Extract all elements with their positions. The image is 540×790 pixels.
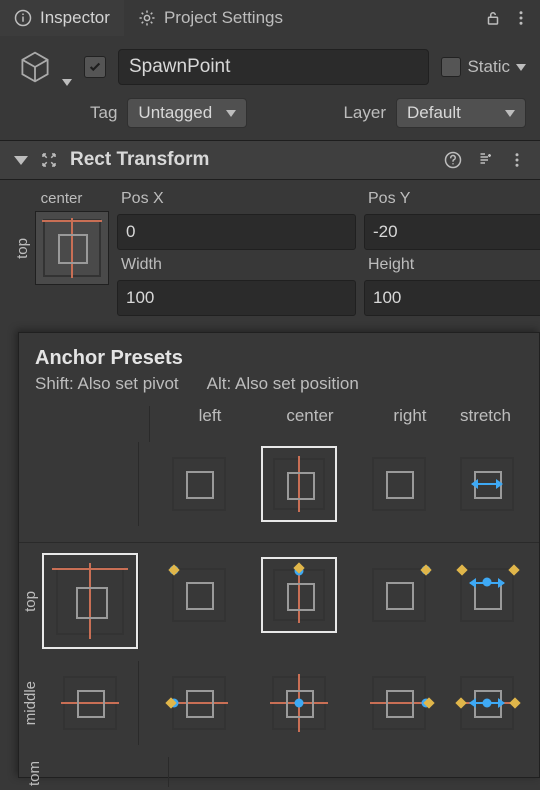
gameobject-icon[interactable] — [14, 46, 56, 88]
height-label: Height — [364, 256, 540, 274]
preset-middle-stretch[interactable] — [449, 665, 525, 741]
hint-shift: Shift: Also set pivot — [35, 374, 179, 394]
lock-open-icon[interactable] — [484, 9, 502, 27]
preset-none-left[interactable] — [161, 446, 237, 522]
layer-label: Layer — [343, 103, 386, 123]
tag-label: Tag — [90, 103, 117, 123]
help-icon[interactable] — [444, 151, 462, 169]
tag-dropdown[interactable]: Untagged — [127, 98, 247, 128]
anchor-presets-title: Anchor Presets — [19, 347, 539, 374]
gameobject-icon-dropdown[interactable] — [62, 79, 72, 86]
preset-none-stretch[interactable] — [449, 446, 525, 522]
enabled-checkbox[interactable] — [84, 56, 106, 78]
anchor-v-label: top — [14, 236, 31, 261]
layer-dropdown[interactable]: Default — [396, 98, 526, 128]
tab-inspector[interactable]: Inspector — [0, 0, 124, 36]
pos-x-label: Pos X — [117, 190, 356, 208]
static-label: Static — [467, 57, 510, 77]
preset-middle-blank[interactable] — [52, 665, 128, 741]
col-stretch: stretch — [460, 406, 529, 436]
col-center: center — [260, 406, 360, 436]
tab-inspector-label: Inspector — [40, 8, 110, 28]
preset-top-left[interactable] — [161, 557, 237, 633]
row-bottom: tom — [26, 757, 43, 790]
component-title: Rect Transform — [70, 149, 432, 171]
chevron-down-icon — [226, 110, 236, 117]
info-icon — [14, 9, 32, 27]
preset-icon[interactable] — [476, 151, 494, 169]
hint-alt: Alt: Also set position — [207, 374, 359, 394]
preset-none-center[interactable] — [261, 446, 337, 522]
layer-value: Default — [407, 103, 461, 123]
preset-middle-right[interactable] — [361, 665, 437, 741]
checkmark-icon — [88, 60, 102, 74]
gameobject-name-input[interactable] — [118, 49, 429, 85]
preset-top-center[interactable] — [261, 557, 337, 633]
tab-project-settings[interactable]: Project Settings — [124, 0, 297, 36]
pos-y-label: Pos Y — [364, 190, 540, 208]
tag-value: Untagged — [138, 103, 212, 123]
anchor-preset-button[interactable] — [35, 211, 109, 285]
preset-current[interactable] — [42, 553, 138, 649]
row-top: top — [22, 587, 39, 616]
preset-none-right[interactable] — [361, 446, 437, 522]
width-input[interactable] — [117, 280, 356, 316]
col-right: right — [360, 406, 460, 436]
component-foldout[interactable] — [14, 156, 28, 165]
anchor-h-label: center — [41, 190, 83, 207]
preset-top-right[interactable] — [361, 557, 437, 633]
col-left: left — [160, 406, 260, 436]
row-middle: middle — [22, 677, 39, 729]
kebab-icon[interactable] — [508, 151, 526, 169]
preset-top-stretch[interactable] — [449, 557, 525, 633]
tab-project-settings-label: Project Settings — [164, 8, 283, 28]
expand-icon[interactable] — [40, 151, 58, 169]
preset-middle-center[interactable] — [261, 665, 337, 741]
preset-middle-left[interactable] — [161, 665, 237, 741]
static-dropdown[interactable] — [516, 64, 526, 71]
height-input[interactable] — [364, 280, 540, 316]
pos-y-input[interactable] — [364, 214, 540, 250]
chevron-down-icon — [505, 110, 515, 117]
width-label: Width — [117, 256, 356, 274]
anchor-presets-popup: Anchor Presets Shift: Also set pivot Alt… — [18, 332, 540, 778]
kebab-icon[interactable] — [512, 9, 530, 27]
gear-icon — [138, 9, 156, 27]
pos-x-input[interactable] — [117, 214, 356, 250]
static-checkbox[interactable] — [441, 57, 461, 77]
